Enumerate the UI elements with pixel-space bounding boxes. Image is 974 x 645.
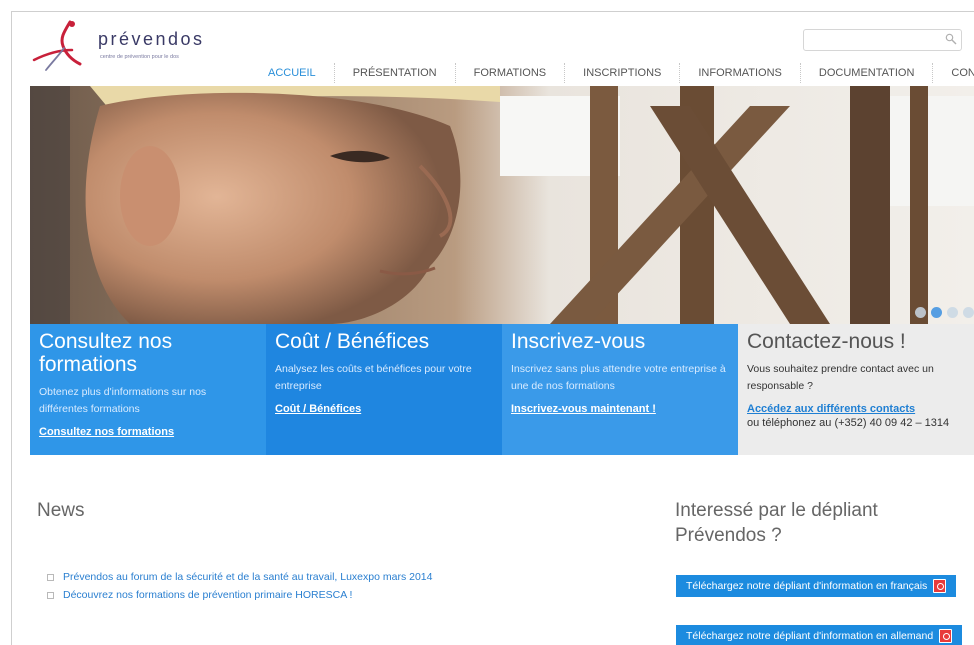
box-title: Consultez nos formations bbox=[39, 330, 173, 376]
pdf-icon bbox=[939, 629, 953, 643]
contact-phone: ou téléphonez au (+352) 40 09 42 – 1314 bbox=[747, 417, 950, 429]
box-link[interactable]: Coût / Bénéfices bbox=[275, 403, 493, 415]
logo-name: prévendos bbox=[98, 29, 205, 49]
box-title: Contactez-nous ! bbox=[747, 330, 906, 353]
prevendos-logo[interactable]: prévendos centre de prévention pour le d… bbox=[30, 20, 202, 72]
hero-image bbox=[30, 86, 974, 324]
box-link[interactable]: Consultez nos formations bbox=[39, 426, 257, 438]
slider-dot[interactable] bbox=[963, 307, 974, 318]
box-title: Coût / Bénéfices bbox=[275, 330, 430, 353]
news-item[interactable]: Découvrez nos formations de prévention p… bbox=[47, 586, 432, 604]
box-link[interactable]: Accédez aux différents contacts bbox=[747, 403, 965, 415]
nav-item-formations[interactable]: FORMATIONS bbox=[456, 63, 566, 83]
download-german-button[interactable]: Téléchargez notre dépliant d'information… bbox=[676, 625, 963, 645]
box-inscrivez-vous: Inscrivez-vous Inscrivez sans plus atten… bbox=[502, 324, 738, 455]
dancer-logo-icon bbox=[32, 20, 82, 71]
search-box bbox=[803, 29, 962, 51]
box-formations: Consultez nos formations Obtenez plus d'… bbox=[30, 324, 266, 455]
nav-item-informations[interactable]: INFORMATIONS bbox=[680, 63, 801, 83]
feature-boxes: Consultez nos formations Obtenez plus d'… bbox=[30, 324, 974, 455]
pdf-icon bbox=[933, 579, 947, 593]
main-nav: ACCUEIL PRÉSENTATION FORMATIONS INSCRIPT… bbox=[250, 60, 974, 86]
download-french-button[interactable]: Téléchargez notre dépliant d'information… bbox=[676, 575, 957, 597]
box-text: Inscrivez sans plus attendre votre entre… bbox=[511, 363, 726, 392]
bullet-icon bbox=[47, 573, 54, 581]
bullet-icon bbox=[47, 591, 54, 599]
box-text: Vous souhaitez prendre contact avec un r… bbox=[747, 363, 934, 392]
slider-dot[interactable] bbox=[947, 307, 958, 318]
slider-dots bbox=[915, 307, 974, 318]
page-frame: prévendos centre de prévention pour le d… bbox=[11, 11, 974, 645]
news-item-label: Prévendos au forum de la sécurité et de … bbox=[63, 571, 433, 583]
box-title: Inscrivez-vous bbox=[511, 330, 646, 353]
nav-item-documentation[interactable]: DOCUMENTATION bbox=[801, 63, 934, 83]
news-title: News bbox=[37, 500, 85, 521]
hero-slider[interactable] bbox=[30, 86, 974, 324]
search-input[interactable] bbox=[804, 31, 947, 49]
box-contactez-nous: Contactez-nous ! Vous souhaitez prendre … bbox=[738, 324, 974, 455]
nav-item-presentation[interactable]: PRÉSENTATION bbox=[335, 63, 456, 83]
nav-item-accueil[interactable]: ACCUEIL bbox=[250, 63, 335, 83]
download-german-label: Téléchargez notre dépliant d'information… bbox=[686, 630, 934, 642]
search-icon[interactable] bbox=[945, 33, 957, 45]
download-french-label: Téléchargez notre dépliant d'information… bbox=[686, 580, 928, 592]
box-text: Obtenez plus d'informations sur nos diff… bbox=[39, 386, 207, 415]
news-list: Prévendos au forum de la sécurité et de … bbox=[47, 568, 432, 604]
slider-dot-active[interactable] bbox=[931, 307, 942, 318]
box-cout-benefices: Coût / Bénéfices Analysez les coûts et b… bbox=[266, 324, 502, 455]
slider-dot[interactable] bbox=[915, 307, 926, 318]
box-text: Analysez les coûts et bénéfices pour vot… bbox=[275, 363, 472, 392]
news-item-label: Découvrez nos formations de prévention p… bbox=[63, 589, 353, 601]
brochure-title: Interessé par le dépliant Prévendos ? bbox=[675, 500, 878, 546]
box-link[interactable]: Inscrivez-vous maintenant ! bbox=[511, 403, 729, 415]
nav-item-contact[interactable]: CONTACT bbox=[933, 63, 974, 83]
logo-tagline: centre de prévention pour le dos bbox=[100, 54, 179, 60]
news-item[interactable]: Prévendos au forum de la sécurité et de … bbox=[47, 568, 432, 586]
nav-item-inscriptions[interactable]: INSCRIPTIONS bbox=[565, 63, 681, 83]
